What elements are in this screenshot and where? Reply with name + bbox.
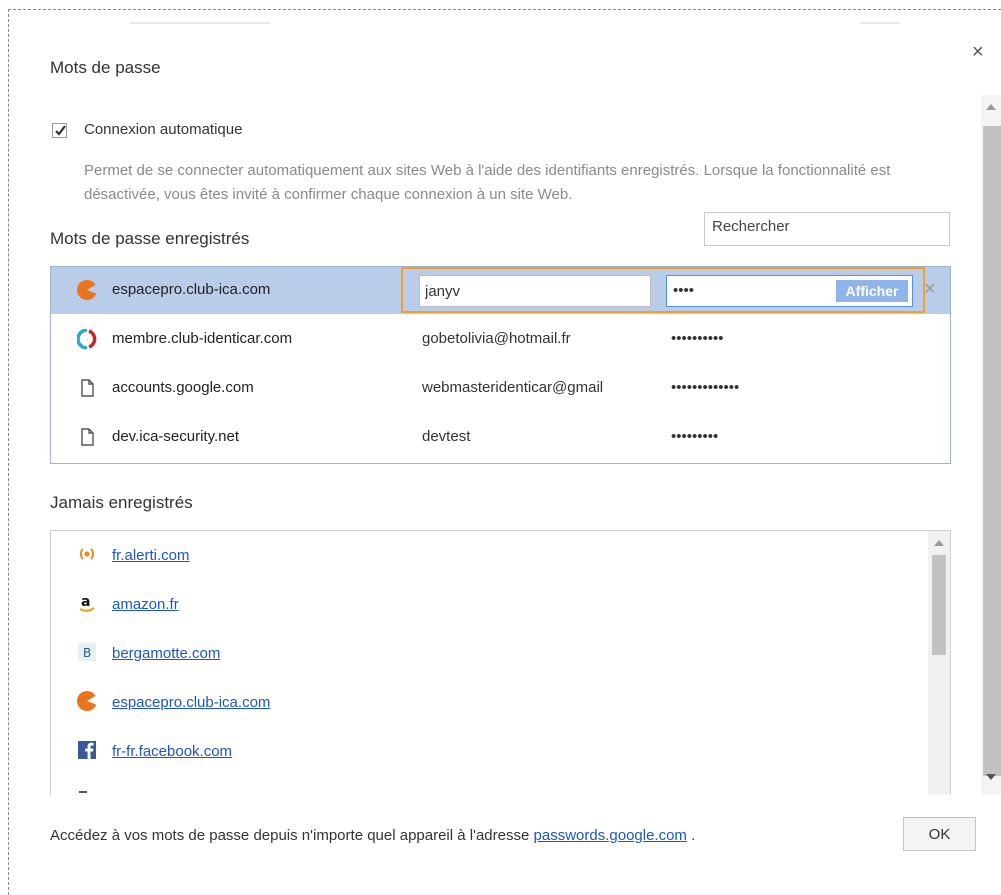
club-ica-icon	[77, 691, 97, 711]
dashed-frame-top	[8, 9, 1001, 10]
search-input[interactable]	[704, 212, 950, 246]
never-saved-item: a amazon.fr	[51, 580, 921, 629]
never-saved-item: fr-fr.facebook.com	[51, 727, 921, 776]
svg-text:a: a	[81, 594, 90, 610]
dialog-scrollbar-thumb[interactable]	[983, 126, 1001, 776]
ok-button[interactable]: OK	[903, 817, 976, 851]
password-row[interactable]: accounts.google.com webmasteridenticar@g…	[51, 365, 950, 412]
password-row-password: ••••••••••	[671, 330, 724, 347]
footer-text-after: .	[686, 827, 696, 844]
alerti-icon	[79, 548, 95, 560]
scroll-down-arrow-icon[interactable]	[986, 774, 996, 780]
facebook-icon	[78, 741, 96, 759]
club-ica-icon	[77, 280, 97, 300]
never-saved-item: espacepro.club-ica.com	[51, 678, 921, 727]
never-saved-item: B bergamotte.com	[51, 629, 921, 678]
page-icon	[81, 428, 94, 446]
delete-entry-close-icon[interactable]: ×	[924, 278, 936, 301]
dashed-frame-left	[8, 9, 9, 895]
password-row-password: •••••••••	[671, 428, 719, 445]
show-password-button[interactable]: Afficher	[836, 280, 908, 302]
never-saved-link[interactable]: fr.alerti.com	[112, 547, 190, 564]
bergamotte-icon: B	[78, 643, 96, 661]
identicar-icon	[77, 329, 97, 349]
auto-signin-description: Permet de se connecter automatiquement a…	[84, 162, 891, 203]
password-row-user: webmasteridenticar@gmail	[422, 379, 604, 396]
username-edit-input[interactable]	[419, 275, 651, 307]
amazon-icon: a	[79, 594, 95, 612]
footer-text: Accédez à vos mots de passe depuis n'imp…	[50, 827, 695, 844]
scroll-up-arrow-icon[interactable]	[934, 540, 944, 546]
never-saved-link[interactable]: espacepro.club-ica.com	[112, 694, 270, 711]
password-row[interactable]: membre.club-identicar.com gobetolivia@ho…	[51, 316, 950, 363]
password-edit-input[interactable]: •••• Afficher	[666, 275, 913, 307]
never-saved-scrollbar-track[interactable]	[928, 531, 950, 795]
auto-signin-checkbox[interactable]	[52, 123, 67, 138]
password-row-user: devtest	[422, 428, 471, 445]
password-row-site: espacepro.club-ica.com	[112, 281, 271, 298]
password-row-user: gobetolivia@hotmail.fr	[422, 330, 571, 347]
never-saved-item: fr.alerti.com	[51, 531, 921, 580]
svg-text:B: B	[83, 646, 91, 660]
password-row-selected[interactable]: espacepro.club-ica.com •••• Afficher ×	[51, 267, 950, 314]
close-icon[interactable]: ×	[972, 42, 984, 62]
password-row-site: dev.ica-security.net	[112, 428, 239, 445]
password-row-site: accounts.google.com	[112, 379, 254, 396]
never-saved-link[interactable]: amazon.fr	[112, 596, 179, 613]
page-icon	[81, 379, 94, 397]
never-saved-title: Jamais enregistrés	[50, 493, 193, 512]
never-saved-link[interactable]: fr-fr.facebook.com	[112, 743, 232, 760]
saved-passwords-list: espacepro.club-ica.com •••• Afficher × m…	[50, 266, 951, 464]
check-icon	[55, 125, 66, 136]
partial-item-indicator	[79, 791, 87, 793]
password-row-site: membre.club-identicar.com	[112, 330, 293, 347]
saved-passwords-title: Mots de passe enregistrés	[50, 229, 250, 248]
password-edit-value: ••••	[673, 282, 695, 299]
never-saved-list: fr.alerti.com a amazon.fr B bergamotte.c…	[50, 530, 951, 795]
auto-signin-label[interactable]: Connexion automatique	[84, 121, 242, 138]
never-saved-link[interactable]: bergamotte.com	[112, 645, 220, 662]
passwords-google-link[interactable]: passwords.google.com	[534, 827, 687, 844]
footer-text-before: Accédez à vos mots de passe depuis n'imp…	[50, 827, 534, 844]
scroll-up-arrow-icon[interactable]	[986, 104, 996, 110]
password-row[interactable]: dev.ica-security.net devtest •••••••••	[51, 414, 950, 461]
never-saved-scrollbar-thumb[interactable]	[932, 555, 946, 655]
dialog-title: Mots de passe	[50, 58, 161, 77]
password-row-password: •••••••••••••	[671, 379, 740, 396]
